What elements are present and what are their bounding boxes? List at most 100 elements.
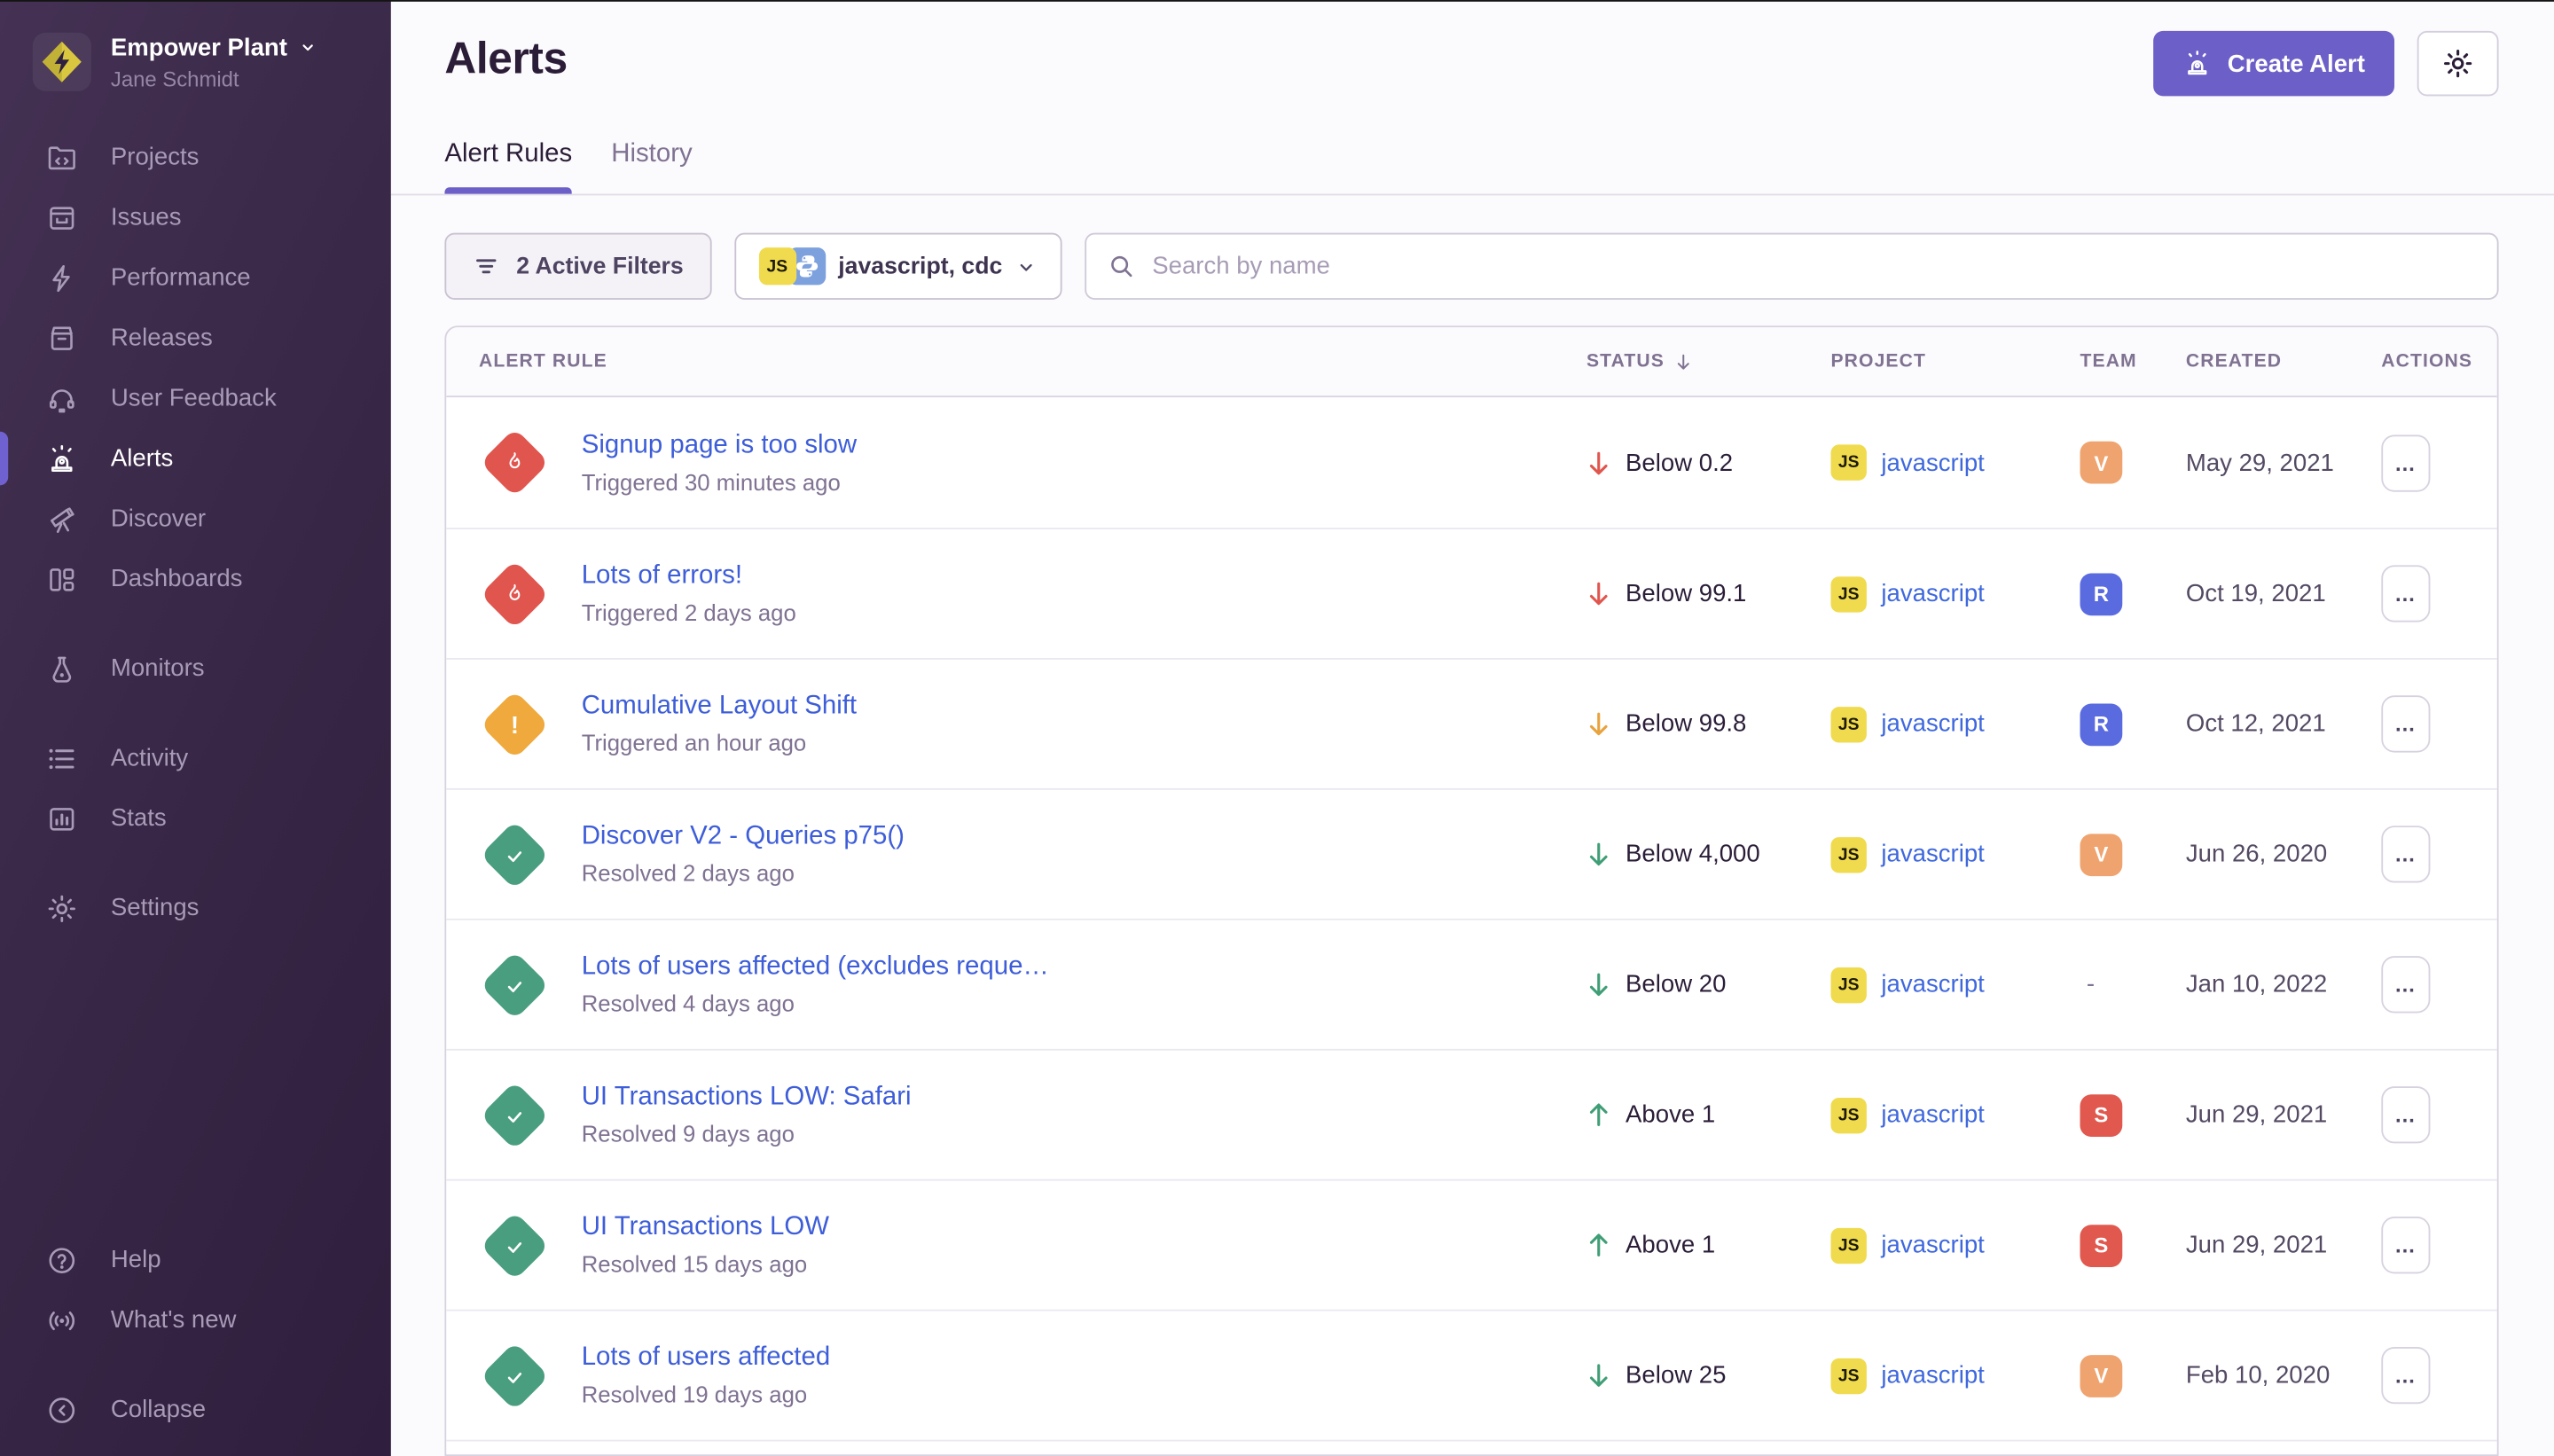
- org-switcher[interactable]: Empower Plant Jane Schmidt: [0, 0, 391, 91]
- alert-rule-link[interactable]: Lots of errors!: [582, 562, 796, 591]
- tab-history[interactable]: History: [611, 140, 692, 194]
- alert-rule-link[interactable]: Discover V2 - Queries p75(): [582, 823, 905, 852]
- team-cell: S: [2080, 1093, 2186, 1136]
- sidebar-item-discover[interactable]: Discover: [0, 489, 391, 549]
- status-cell: Below 4,000: [1586, 841, 1831, 868]
- severity-resolved-icon: [480, 1080, 549, 1149]
- project-link[interactable]: javascript: [1881, 580, 1984, 607]
- ellipsis-icon: …: [2394, 1363, 2417, 1388]
- arrow-down-icon: [1586, 580, 1611, 607]
- sidebar-item-stats[interactable]: Stats: [0, 788, 391, 849]
- ellipsis-icon: …: [2394, 842, 2417, 867]
- alert-rule-link[interactable]: Lots of users affected: [582, 1343, 830, 1373]
- row-actions-button[interactable]: …: [2381, 565, 2430, 622]
- row-actions-button[interactable]: …: [2381, 695, 2430, 752]
- alert-rule-cell: Lots of users affectedResolved 19 days a…: [479, 1340, 1586, 1412]
- column-header-project[interactable]: Project: [1830, 352, 2080, 372]
- row-actions-button[interactable]: …: [2381, 1217, 2430, 1273]
- project-link[interactable]: javascript: [1881, 841, 1984, 868]
- team-badge[interactable]: R: [2080, 703, 2123, 746]
- performance-icon: [45, 262, 78, 294]
- actions-cell: …: [2381, 1217, 2496, 1273]
- sidebar-item-label: Stats: [111, 804, 167, 832]
- sidebar-item-performance[interactable]: Performance: [0, 247, 391, 308]
- team-none: -: [2080, 970, 2096, 998]
- sidebar-item-alerts[interactable]: Alerts: [0, 428, 391, 489]
- project-link[interactable]: javascript: [1881, 971, 1984, 998]
- sidebar-item-releases[interactable]: Releases: [0, 308, 391, 368]
- ellipsis-icon: …: [2394, 582, 2417, 607]
- team-badge[interactable]: R: [2080, 573, 2123, 615]
- alert-rule-link[interactable]: Signup page is too slow: [582, 431, 857, 460]
- sidebar-footer: HelpWhat's new Collapse: [0, 1230, 391, 1440]
- row-actions-button[interactable]: …: [2381, 1347, 2430, 1404]
- team-cell: V: [2080, 1354, 2186, 1397]
- active-filters-button[interactable]: 2 Active Filters: [444, 233, 711, 300]
- sidebar-item-settings[interactable]: Settings: [0, 878, 391, 938]
- column-header-team[interactable]: Team: [2080, 352, 2186, 372]
- alert-rule-row: UI Transactions LOWResolved 15 days agoA…: [446, 1179, 2496, 1310]
- search-input[interactable]: [1152, 253, 2476, 280]
- status-cell: Below 20: [1586, 971, 1831, 998]
- team-badge[interactable]: S: [2080, 1224, 2123, 1266]
- project-link[interactable]: javascript: [1881, 449, 1984, 476]
- tab-alert-rules[interactable]: Alert Rules: [444, 140, 572, 194]
- status-cell: Below 99.8: [1586, 710, 1831, 738]
- sidebar-item-user-feedback[interactable]: User Feedback: [0, 368, 391, 428]
- sidebar-item-label: Discover: [111, 505, 206, 532]
- row-actions-button[interactable]: …: [2381, 434, 2430, 490]
- severity-icon-wrap: [479, 558, 551, 630]
- ellipsis-icon: …: [2394, 450, 2417, 475]
- org-text: Empower Plant Jane Schmidt: [111, 34, 318, 90]
- sidebar-item-what-s-new[interactable]: What's new: [0, 1290, 391, 1350]
- sidebar-item-activity[interactable]: Activity: [0, 728, 391, 788]
- sidebar-item-collapse[interactable]: Collapse: [0, 1380, 391, 1440]
- alert-rules-table: Alert Rule Status Project Team Created A…: [444, 325, 2498, 1456]
- team-badge[interactable]: V: [2080, 833, 2123, 875]
- collapse-icon: [45, 1393, 78, 1426]
- alert-rule-row: Lots of errors!Triggered 2 days agoBelow…: [446, 528, 2496, 658]
- sidebar-item-dashboards[interactable]: Dashboards: [0, 549, 391, 609]
- team-cell: V: [2080, 442, 2186, 484]
- project-link[interactable]: javascript: [1881, 1362, 1984, 1389]
- page-title: Alerts: [444, 35, 567, 85]
- sidebar-item-issues[interactable]: Issues: [0, 187, 391, 247]
- sidebar-item-monitors[interactable]: Monitors: [0, 638, 391, 699]
- alert-rule-link[interactable]: Cumulative Layout Shift: [582, 693, 857, 722]
- arrow-down-icon: [1586, 1362, 1611, 1389]
- alert-rule-link[interactable]: Lots of users affected (excludes reque…: [582, 952, 1049, 982]
- row-actions-button[interactable]: …: [2381, 826, 2430, 882]
- ellipsis-icon: …: [2394, 1233, 2417, 1257]
- row-actions-button[interactable]: …: [2381, 1086, 2430, 1143]
- team-badge[interactable]: S: [2080, 1093, 2123, 1136]
- exclamation-icon: !: [511, 710, 519, 738]
- create-alert-button[interactable]: Create Alert: [2152, 31, 2394, 96]
- project-link[interactable]: javascript: [1881, 1232, 1984, 1259]
- column-header-created[interactable]: Created: [2186, 352, 2381, 372]
- search-field[interactable]: [1085, 233, 2499, 300]
- javascript-platform-icon: JS: [1830, 1227, 1866, 1263]
- sidebar: Empower Plant Jane Schmidt ProjectsIssue…: [0, 0, 391, 1456]
- project-link[interactable]: javascript: [1881, 710, 1984, 738]
- project-link[interactable]: javascript: [1881, 1101, 1984, 1129]
- active-filters-label: 2 Active Filters: [516, 254, 683, 279]
- actions-cell: …: [2381, 434, 2496, 490]
- arrow-down-icon: [1586, 971, 1611, 998]
- column-header-status[interactable]: Status: [1586, 351, 1831, 372]
- column-header-alert-rule[interactable]: Alert Rule: [479, 352, 1586, 372]
- team-badge[interactable]: V: [2080, 1354, 2123, 1397]
- alert-rule-link[interactable]: UI Transactions LOW: Safari: [582, 1083, 912, 1112]
- tab-alert-rules-label: Alert Rules: [444, 140, 572, 168]
- ellipsis-icon: …: [2394, 712, 2417, 737]
- row-actions-button[interactable]: …: [2381, 956, 2430, 1013]
- project-filter-dropdown[interactable]: JS javascript, cdc: [734, 233, 1063, 300]
- sidebar-item-projects[interactable]: Projects: [0, 127, 391, 187]
- chevron-down-icon: [1015, 254, 1038, 278]
- alert-rule-link[interactable]: UI Transactions LOW: [582, 1213, 829, 1242]
- sidebar-item-label: Releases: [111, 325, 213, 352]
- settings-button[interactable]: [2417, 31, 2499, 96]
- main-content: Alerts Create Alert: [391, 0, 2554, 1456]
- created-cell: Feb 10, 2020: [2186, 1362, 2381, 1389]
- sidebar-item-help[interactable]: Help: [0, 1230, 391, 1290]
- team-badge[interactable]: V: [2080, 442, 2123, 484]
